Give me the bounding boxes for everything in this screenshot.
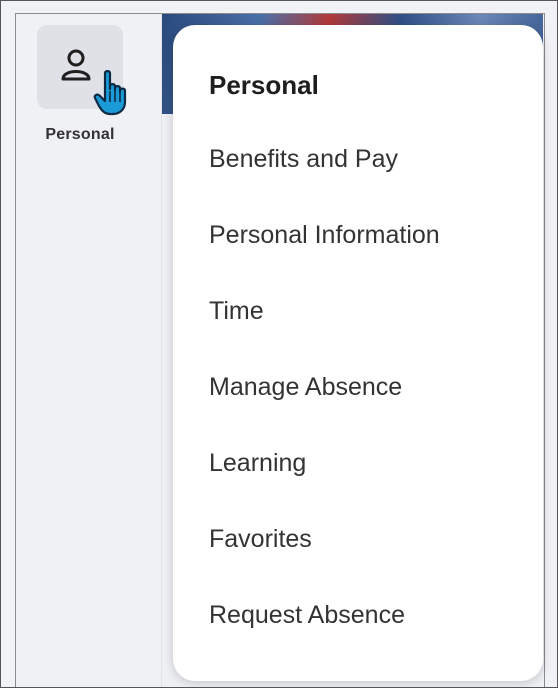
menu-title: Personal: [209, 70, 319, 100]
menu-item-request-absence[interactable]: Request Absence: [209, 601, 440, 677]
menu-item-personal-information[interactable]: Personal Information: [209, 221, 440, 297]
menu-list: Benefits and Pay Personal Information Ti…: [209, 145, 440, 677]
personal-app-tile[interactable]: [37, 25, 123, 109]
menu-item-learning[interactable]: Learning: [209, 449, 440, 525]
left-navigation-rail: [16, 14, 161, 687]
personal-tile-label[interactable]: Personal: [27, 126, 133, 144]
menu-item-benefits-and-pay[interactable]: Benefits and Pay: [209, 145, 440, 221]
person-icon: [61, 49, 91, 81]
screenshot-frame: Personal Personal Benefits and Pay Perso…: [0, 0, 558, 688]
menu-item-manage-absence[interactable]: Manage Absence: [209, 373, 440, 449]
menu-item-favorites[interactable]: Favorites: [209, 525, 440, 601]
menu-item-time[interactable]: Time: [209, 297, 440, 373]
personal-menu-panel: Personal Benefits and Pay Personal Infor…: [173, 25, 543, 681]
